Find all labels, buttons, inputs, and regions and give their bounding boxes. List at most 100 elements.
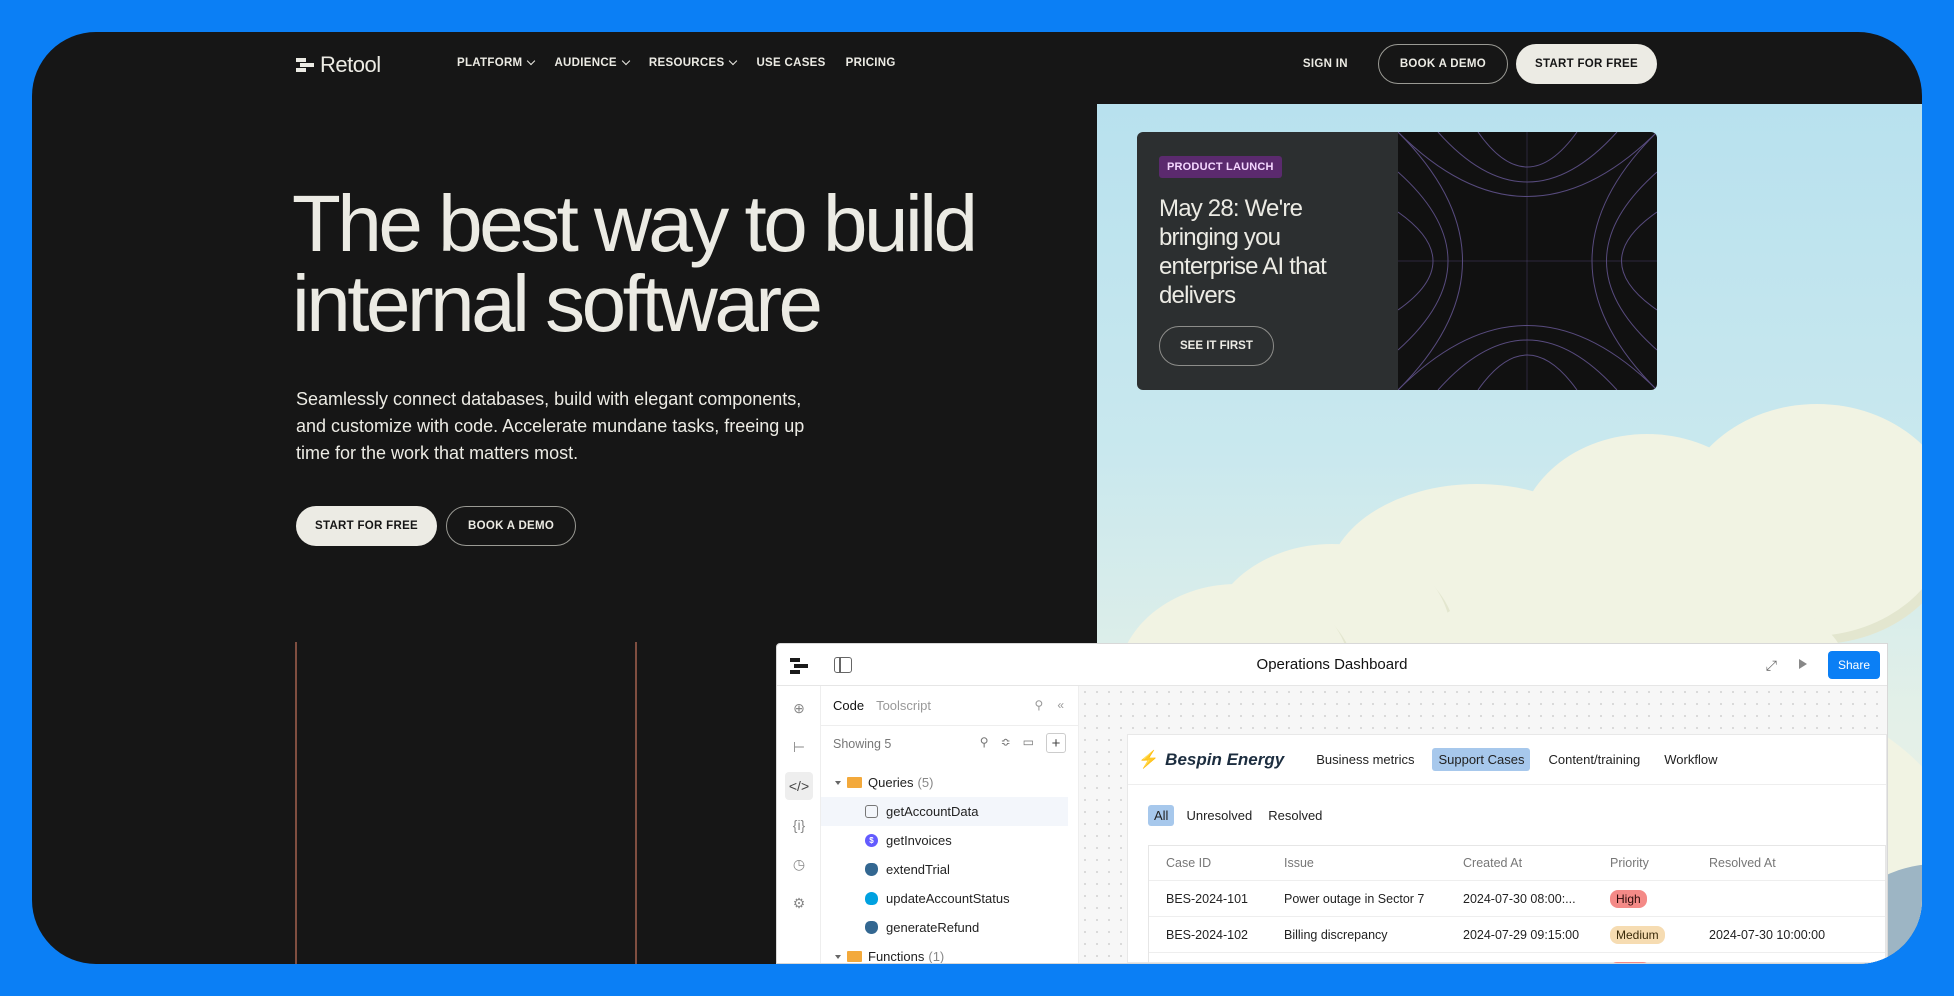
table-row[interactable]: BES-2024-102 Billing discrepancy 2024-07… bbox=[1149, 917, 1885, 953]
cell-priority: Medium bbox=[1593, 925, 1692, 944]
priority-badge: Medium bbox=[1610, 925, 1665, 944]
search-icon[interactable]: ⚲ bbox=[980, 735, 989, 753]
query-tree: Queries (5) getAccountData $ getInvoices… bbox=[821, 762, 1078, 964]
cell-case-id: BES-2024-101 bbox=[1166, 891, 1249, 906]
nav-links: PLATFORM AUDIENCE RESOURCES USE CASES PR… bbox=[457, 56, 896, 69]
query-item[interactable]: updateAccountStatus bbox=[821, 884, 1078, 913]
new-folder-icon[interactable]: ▭ bbox=[1023, 735, 1034, 753]
table-row[interactable] bbox=[1149, 953, 1885, 963]
query-item[interactable]: getAccountData bbox=[821, 797, 1068, 826]
dash-tab-business-metrics[interactable]: Business metrics bbox=[1316, 752, 1414, 767]
product-launch-card[interactable]: PRODUCT LAUNCH May 28: We're bringing yo… bbox=[1137, 132, 1657, 390]
filter-all[interactable]: All bbox=[1148, 805, 1175, 826]
hero-book-demo-button[interactable]: BOOK A DEMO bbox=[446, 506, 577, 546]
table-header: Case ID Issue Created At Priority Resolv… bbox=[1149, 846, 1885, 881]
functions-folder[interactable]: Functions (1) bbox=[821, 942, 1078, 964]
start-free-button[interactable]: START FOR FREE bbox=[1515, 44, 1657, 84]
filter-unresolved[interactable]: Unresolved bbox=[1186, 808, 1252, 823]
launch-title: May 28: We're bringing you enterprise AI… bbox=[1159, 195, 1327, 309]
product-launch-badge: PRODUCT LAUNCH bbox=[1159, 156, 1282, 178]
nav-use-cases[interactable]: USE CASES bbox=[756, 57, 825, 69]
filter-resolved[interactable]: Resolved bbox=[1268, 808, 1322, 823]
query-item[interactable]: generateRefund bbox=[821, 913, 1078, 942]
cell-issue: Power outage in Sector 7 bbox=[1284, 891, 1425, 906]
table-row[interactable]: BES-2024-101 Power outage in Sector 7 20… bbox=[1149, 881, 1885, 917]
filter-icon[interactable]: ≎ bbox=[1001, 735, 1011, 753]
add-query-button[interactable]: + bbox=[1046, 733, 1066, 753]
nav-audience[interactable]: AUDIENCE bbox=[554, 56, 631, 69]
hero-start-free-button[interactable]: START FOR FREE bbox=[296, 506, 438, 546]
settings-icon[interactable]: ⚙ bbox=[785, 889, 813, 917]
col-created-at[interactable]: Created At bbox=[1446, 856, 1593, 870]
sign-in-link[interactable]: SIGN IN bbox=[1303, 58, 1348, 70]
col-issue[interactable]: Issue bbox=[1267, 856, 1446, 870]
app-title: Operations Dashboard bbox=[1256, 656, 1408, 673]
hero-title-line2: internal software bbox=[292, 259, 823, 348]
query-item[interactable]: extendTrial bbox=[821, 855, 1078, 884]
nav-pricing[interactable]: PRICING bbox=[846, 57, 896, 69]
page-frame: Retool PLATFORM AUDIENCE RESOURCES USE C… bbox=[32, 32, 1922, 964]
nav-actions: SIGN IN BOOK A DEMO START FOR FREE bbox=[1303, 44, 1657, 84]
app-header: Operations Dashboard ⤢ Share bbox=[777, 644, 1887, 686]
query-name: updateAccountStatus bbox=[886, 891, 1010, 906]
database-icon bbox=[865, 805, 878, 818]
retool-logo[interactable]: Retool bbox=[296, 52, 381, 78]
col-resolved-at[interactable]: Resolved At bbox=[1692, 856, 1885, 870]
hero-title: The best way to build internal software bbox=[292, 184, 1052, 344]
decorative-grid bbox=[32, 642, 792, 964]
dash-tab-workflow[interactable]: Workflow bbox=[1664, 752, 1717, 767]
folder-label: Functions bbox=[868, 949, 925, 964]
dash-tab-support-cases[interactable]: Support Cases bbox=[1432, 748, 1531, 771]
cell-priority: High bbox=[1593, 889, 1692, 908]
query-name: getAccountData bbox=[886, 804, 979, 819]
queries-folder[interactable]: Queries (5) bbox=[821, 768, 1078, 797]
launch-card-content: PRODUCT LAUNCH May 28: We're bringing yo… bbox=[1137, 132, 1398, 390]
tab-toolscript[interactable]: Toolscript bbox=[876, 698, 931, 713]
expand-icon[interactable]: ⤢ bbox=[1766, 657, 1777, 674]
left-rail: ⊕ ⊢ </> {i} ◷ ⚙ bbox=[777, 686, 821, 963]
launch-graphic bbox=[1397, 132, 1657, 390]
code-panel: Code Toolscript ⚲ « Showing 5 ⚲ ≎ ▭ + Qu… bbox=[821, 686, 1079, 963]
history-icon[interactable]: ◷ bbox=[785, 850, 813, 878]
priority-badge: High bbox=[1610, 889, 1647, 908]
cell-issue: Billing discrepancy bbox=[1284, 927, 1388, 942]
tab-code[interactable]: Code bbox=[833, 698, 864, 713]
nav-resources[interactable]: RESOURCES bbox=[649, 56, 738, 69]
postgres-icon bbox=[865, 863, 878, 876]
hero-title-line1: The best way to build bbox=[292, 179, 978, 268]
see-it-first-button[interactable]: SEE IT FIRST bbox=[1159, 326, 1274, 366]
nav-platform[interactable]: PLATFORM bbox=[457, 56, 536, 69]
query-name: extendTrial bbox=[886, 862, 950, 877]
chevron-down-icon bbox=[621, 56, 631, 66]
collapse-icon[interactable]: « bbox=[1057, 698, 1064, 712]
book-demo-button[interactable]: BOOK A DEMO bbox=[1377, 44, 1508, 84]
launch-pattern-graphic bbox=[1397, 132, 1657, 390]
code-panel-tools: ⚲ « bbox=[1035, 698, 1064, 712]
tree-icon[interactable]: ⊢ bbox=[785, 733, 813, 761]
dash-tab-content-training[interactable]: Content/training bbox=[1548, 752, 1640, 767]
code-icon[interactable]: </> bbox=[785, 772, 813, 800]
cell-created: 2024-07-30 08:00:... bbox=[1463, 891, 1576, 906]
query-item[interactable]: $ getInvoices bbox=[821, 826, 1078, 855]
folder-icon bbox=[847, 777, 862, 788]
pin-icon[interactable]: ⚲ bbox=[1035, 698, 1044, 712]
dashboard-preview: ⚡ Bespin Energy Business metrics Support… bbox=[1127, 734, 1887, 963]
salesforce-icon bbox=[865, 892, 878, 905]
logo-text: Retool bbox=[320, 52, 381, 77]
hero-ctas: START FOR FREE BOOK A DEMO bbox=[296, 506, 577, 546]
query-name: generateRefund bbox=[886, 920, 980, 935]
col-case-id[interactable]: Case ID bbox=[1149, 856, 1267, 870]
brand-name: Bespin Energy bbox=[1165, 749, 1285, 769]
play-icon[interactable] bbox=[1799, 659, 1807, 669]
col-priority[interactable]: Priority bbox=[1593, 856, 1692, 870]
add-component-icon[interactable]: ⊕ bbox=[785, 694, 813, 722]
dashboard-nav: ⚡ Bespin Energy Business metrics Support… bbox=[1128, 735, 1886, 785]
caret-down-icon bbox=[835, 954, 841, 959]
share-button[interactable]: Share bbox=[1827, 651, 1880, 679]
postgres-icon bbox=[865, 921, 878, 934]
case-filters: All Unresolved Resolved bbox=[1148, 805, 1886, 826]
state-icon[interactable]: {i} bbox=[785, 811, 813, 839]
cell-created: 2024-07-29 09:15:00 bbox=[1463, 927, 1580, 942]
chevron-down-icon bbox=[729, 56, 738, 66]
hero-subtitle: Seamlessly connect databases, build with… bbox=[296, 389, 805, 463]
